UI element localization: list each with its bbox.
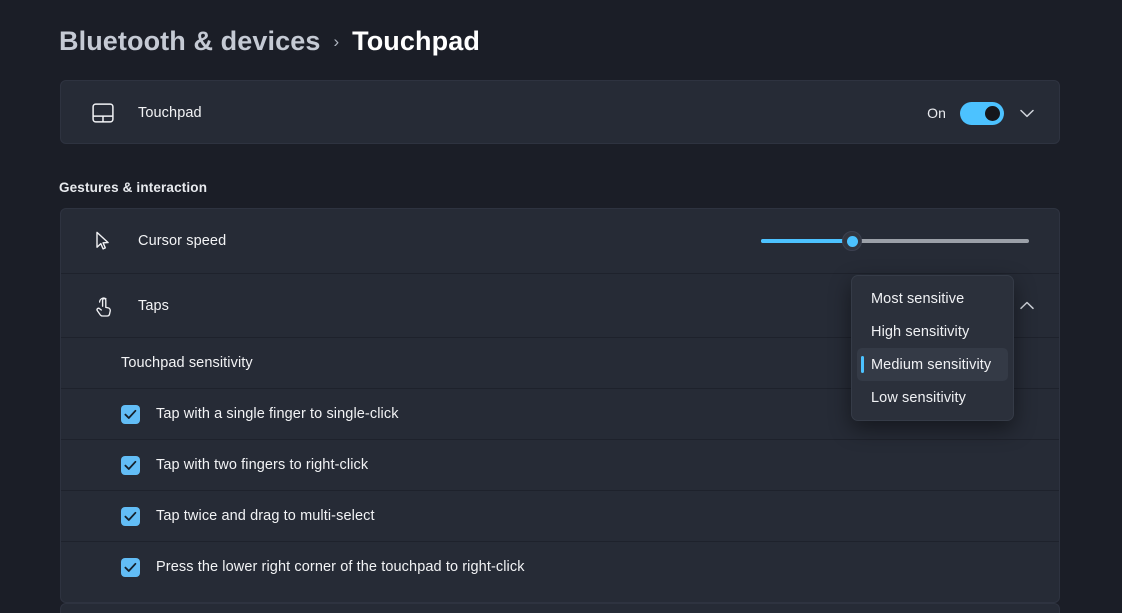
checkbox-multi-select[interactable] — [121, 506, 140, 526]
dropdown-option-high-sensitivity[interactable]: High sensitivity — [857, 315, 1008, 348]
checkbox-row-lower-right-corner[interactable]: Press the lower right corner of the touc… — [61, 541, 1059, 592]
touchpad-toggle-group: On — [927, 101, 1004, 125]
checkbox-label-multi-select: Tap twice and drag to multi-select — [156, 508, 375, 524]
slider-thumb[interactable] — [842, 231, 863, 251]
checkbox-label-two-finger-right-click: Tap with two fingers to right-click — [156, 457, 369, 473]
checkbox-row-two-finger-right-click[interactable]: Tap with two fingers to right-click — [61, 439, 1059, 490]
checkbox-label-single-click: Tap with a single finger to single-click — [156, 406, 399, 422]
cursor-speed-label: Cursor speed — [138, 233, 227, 249]
touchpad-card: Touchpad On — [60, 80, 1060, 144]
tap-hand-icon — [84, 295, 122, 317]
dropdown-option-most-sensitive[interactable]: Most sensitive — [857, 282, 1008, 315]
touchpad-row[interactable]: Touchpad On — [61, 81, 1059, 143]
settings-page: Bluetooth & devices › Touchpad Touchpad … — [0, 0, 1122, 613]
page-title: Touchpad — [352, 25, 480, 56]
checkbox-label-lower-right-corner: Press the lower right corner of the touc… — [156, 559, 525, 575]
breadcrumb-separator-icon: › — [333, 32, 340, 51]
breadcrumb-parent-link[interactable]: Bluetooth & devices — [59, 26, 320, 57]
taps-collapse-chevron-up-icon[interactable] — [1012, 291, 1042, 321]
toggle-state-label: On — [927, 105, 946, 121]
next-card-partial — [60, 603, 1060, 613]
taps-label: Taps — [138, 297, 170, 314]
checkbox-single-click[interactable] — [121, 404, 140, 424]
cursor-speed-slider[interactable] — [761, 230, 1029, 252]
touchpad-sensitivity-dropdown[interactable]: Most sensitive High sensitivity Medium s… — [851, 275, 1014, 421]
slider-fill — [761, 239, 853, 243]
cursor-arrow-icon — [84, 231, 122, 251]
checkbox-lower-right-corner[interactable] — [121, 557, 140, 577]
dropdown-option-medium-sensitivity[interactable]: Medium sensitivity — [857, 348, 1008, 381]
breadcrumb: Bluetooth & devices › Touchpad — [59, 22, 480, 60]
section-heading-gestures: Gestures & interaction — [59, 180, 208, 195]
checkbox-two-finger-right-click[interactable] — [121, 455, 140, 475]
dropdown-option-low-sensitivity[interactable]: Low sensitivity — [857, 381, 1008, 414]
touchpad-sensitivity-label: Touchpad sensitivity — [121, 355, 253, 371]
touchpad-expand-chevron-down-icon[interactable] — [1012, 98, 1042, 128]
checkbox-row-multi-select[interactable]: Tap twice and drag to multi-select — [61, 490, 1059, 541]
toggle-knob — [985, 105, 1000, 121]
touchpad-toggle[interactable] — [960, 101, 1004, 125]
touchpad-icon — [84, 103, 122, 123]
touchpad-label: Touchpad — [138, 105, 202, 121]
cursor-speed-row[interactable]: Cursor speed — [61, 209, 1059, 273]
